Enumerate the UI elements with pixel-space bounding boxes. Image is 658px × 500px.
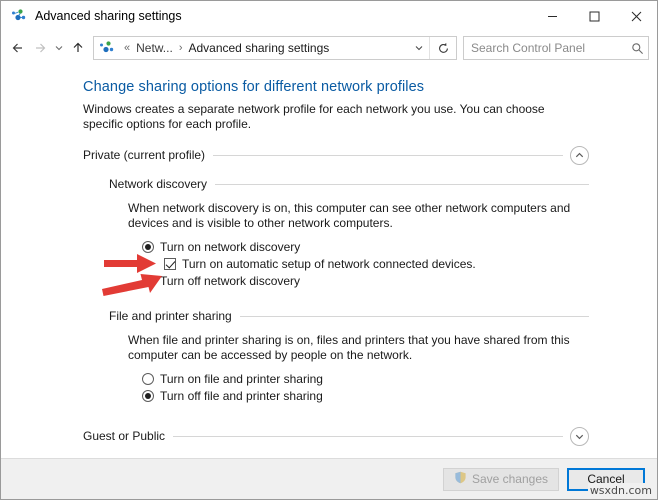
window-title: Advanced sharing settings <box>35 9 182 23</box>
network-discovery-options: Turn on network discovery Turn on automa… <box>142 239 657 290</box>
section-header-private[interactable]: Private (current profile) <box>83 145 589 165</box>
footer-bar: Save changes Cancel wsxdn.com <box>1 458 657 499</box>
recent-locations-button[interactable] <box>51 36 67 60</box>
search-icon[interactable] <box>626 37 648 59</box>
title-bar: Advanced sharing settings <box>1 1 657 31</box>
option-label: Turn off network discovery <box>160 274 301 288</box>
breadcrumb-overflow-icon[interactable]: « <box>119 42 135 54</box>
maximize-button[interactable] <box>573 1 615 31</box>
radio-turn-on-file-printer-sharing[interactable] <box>142 373 154 385</box>
subsection-label-file-printer-sharing: File and printer sharing <box>109 309 232 323</box>
radio-turn-on-network-discovery[interactable] <box>142 241 154 253</box>
forward-button[interactable] <box>29 36 51 60</box>
watermark: wsxdn.com <box>587 483 654 498</box>
checkbox-automatic-setup[interactable] <box>164 258 176 270</box>
address-bar[interactable]: « Netw... › Advanced sharing settings <box>93 36 457 60</box>
section-divider <box>213 154 563 156</box>
file-printer-sharing-description: When file and printer sharing is on, fil… <box>128 333 570 362</box>
up-button[interactable] <box>67 36 89 60</box>
option-label: Turn off file and printer sharing <box>160 389 323 403</box>
save-changes-button[interactable]: Save changes <box>442 467 559 491</box>
chevron-down-icon[interactable] <box>570 426 589 446</box>
window-controls <box>531 1 657 31</box>
subsection-header-network-discovery: Network discovery <box>109 176 589 192</box>
option-label: Turn on network discovery <box>160 240 301 254</box>
network-discovery-description: When network discovery is on, this compu… <box>128 201 571 230</box>
navigation-bar: « Netw... › Advanced sharing settings <box>1 31 657 65</box>
subsection-divider <box>215 183 589 185</box>
page-title: Change sharing options for different net… <box>83 79 425 95</box>
option-label: Turn on automatic setup of network conne… <box>182 257 476 271</box>
subsection-label-network-discovery: Network discovery <box>109 177 208 191</box>
save-changes-label: Save changes <box>471 472 548 486</box>
option-turn-off-network-discovery[interactable]: Turn off network discovery <box>142 273 657 290</box>
section-label-private: Private (current profile) <box>83 148 206 162</box>
option-turn-off-file-printer-sharing[interactable]: Turn off file and printer sharing <box>142 388 657 405</box>
minimize-button[interactable] <box>531 1 573 31</box>
refresh-icon[interactable] <box>429 37 456 59</box>
option-turn-on-network-discovery[interactable]: Turn on network discovery <box>142 239 657 256</box>
radio-turn-off-file-printer-sharing[interactable] <box>142 390 154 402</box>
option-turn-on-file-printer-sharing[interactable]: Turn on file and printer sharing <box>142 371 657 388</box>
advanced-sharing-settings-window: Advanced sharing settings « Netw... › Ad… <box>0 0 658 500</box>
section-divider <box>173 435 563 437</box>
search-input[interactable] <box>464 41 626 55</box>
chevron-up-icon[interactable] <box>570 145 589 165</box>
option-automatic-setup[interactable]: Turn on automatic setup of network conne… <box>164 256 657 273</box>
network-sharing-icon <box>99 40 115 56</box>
intro-text: Windows creates a separate network profi… <box>83 102 545 131</box>
close-button[interactable] <box>615 1 657 31</box>
chevron-down-icon[interactable] <box>409 37 429 59</box>
section-label-guest-or-public: Guest or Public <box>83 429 166 443</box>
breadcrumb-item-network[interactable]: Netw... <box>135 41 174 55</box>
subsection-header-file-printer-sharing: File and printer sharing <box>109 308 589 324</box>
uac-shield-icon <box>454 471 467 487</box>
back-button[interactable] <box>7 36 29 60</box>
network-sharing-icon <box>11 8 27 24</box>
file-printer-sharing-options: Turn on file and printer sharing Turn of… <box>142 371 657 405</box>
option-label: Turn on file and printer sharing <box>160 372 323 386</box>
subsection-divider <box>239 315 589 317</box>
content-area: Change sharing options for different net… <box>1 65 657 458</box>
search-box[interactable] <box>463 36 649 60</box>
breadcrumb-item-current[interactable]: Advanced sharing settings <box>187 41 330 55</box>
radio-turn-off-network-discovery[interactable] <box>142 275 154 287</box>
breadcrumb-separator-icon: › <box>178 42 183 54</box>
section-header-guest-or-public[interactable]: Guest or Public <box>83 426 589 446</box>
